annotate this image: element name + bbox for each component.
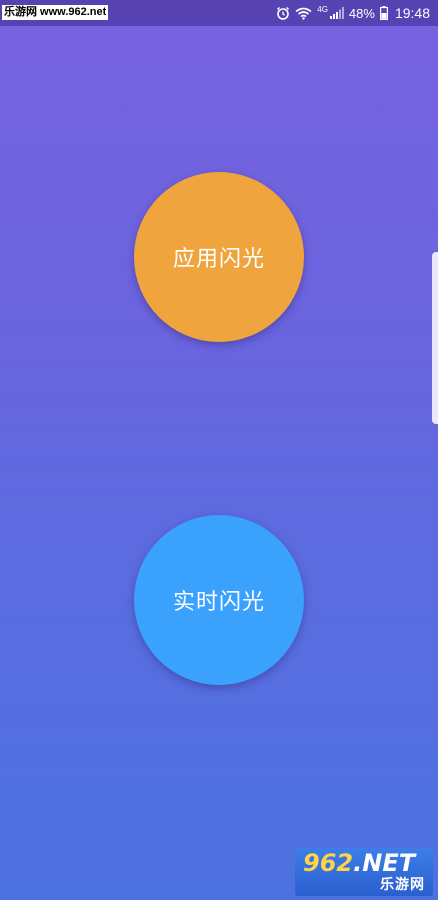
alarm-icon <box>276 6 290 20</box>
signal-icon <box>329 7 344 19</box>
apply-flash-label: 应用闪光 <box>172 247 265 272</box>
apply-flash-button[interactable]: 应用闪光 <box>134 172 304 342</box>
edge-panel-handle[interactable] <box>432 252 438 424</box>
realtime-flash-label: 实时闪光 <box>172 590 265 615</box>
clock: 19:48 <box>394 5 430 21</box>
realtime-flash-button[interactable]: 实时闪光 <box>134 515 304 685</box>
battery-icon <box>379 6 388 20</box>
status-bar: 乐游网 www.962.net 4G 48% 19:48 <box>0 0 438 26</box>
watermark-logo-brand: 962.NET <box>303 849 416 877</box>
watermark-logo: 962.NET 乐游网 <box>295 848 433 896</box>
wifi-icon <box>295 7 312 20</box>
network-type-label: 4G <box>317 4 328 14</box>
status-icons: 4G 48% 19:48 <box>276 0 430 26</box>
watermark-logo-cn: 乐游网 <box>380 877 425 893</box>
watermark-text: 乐游网 www.962.net <box>2 5 109 20</box>
battery-percent: 48% <box>348 5 375 21</box>
